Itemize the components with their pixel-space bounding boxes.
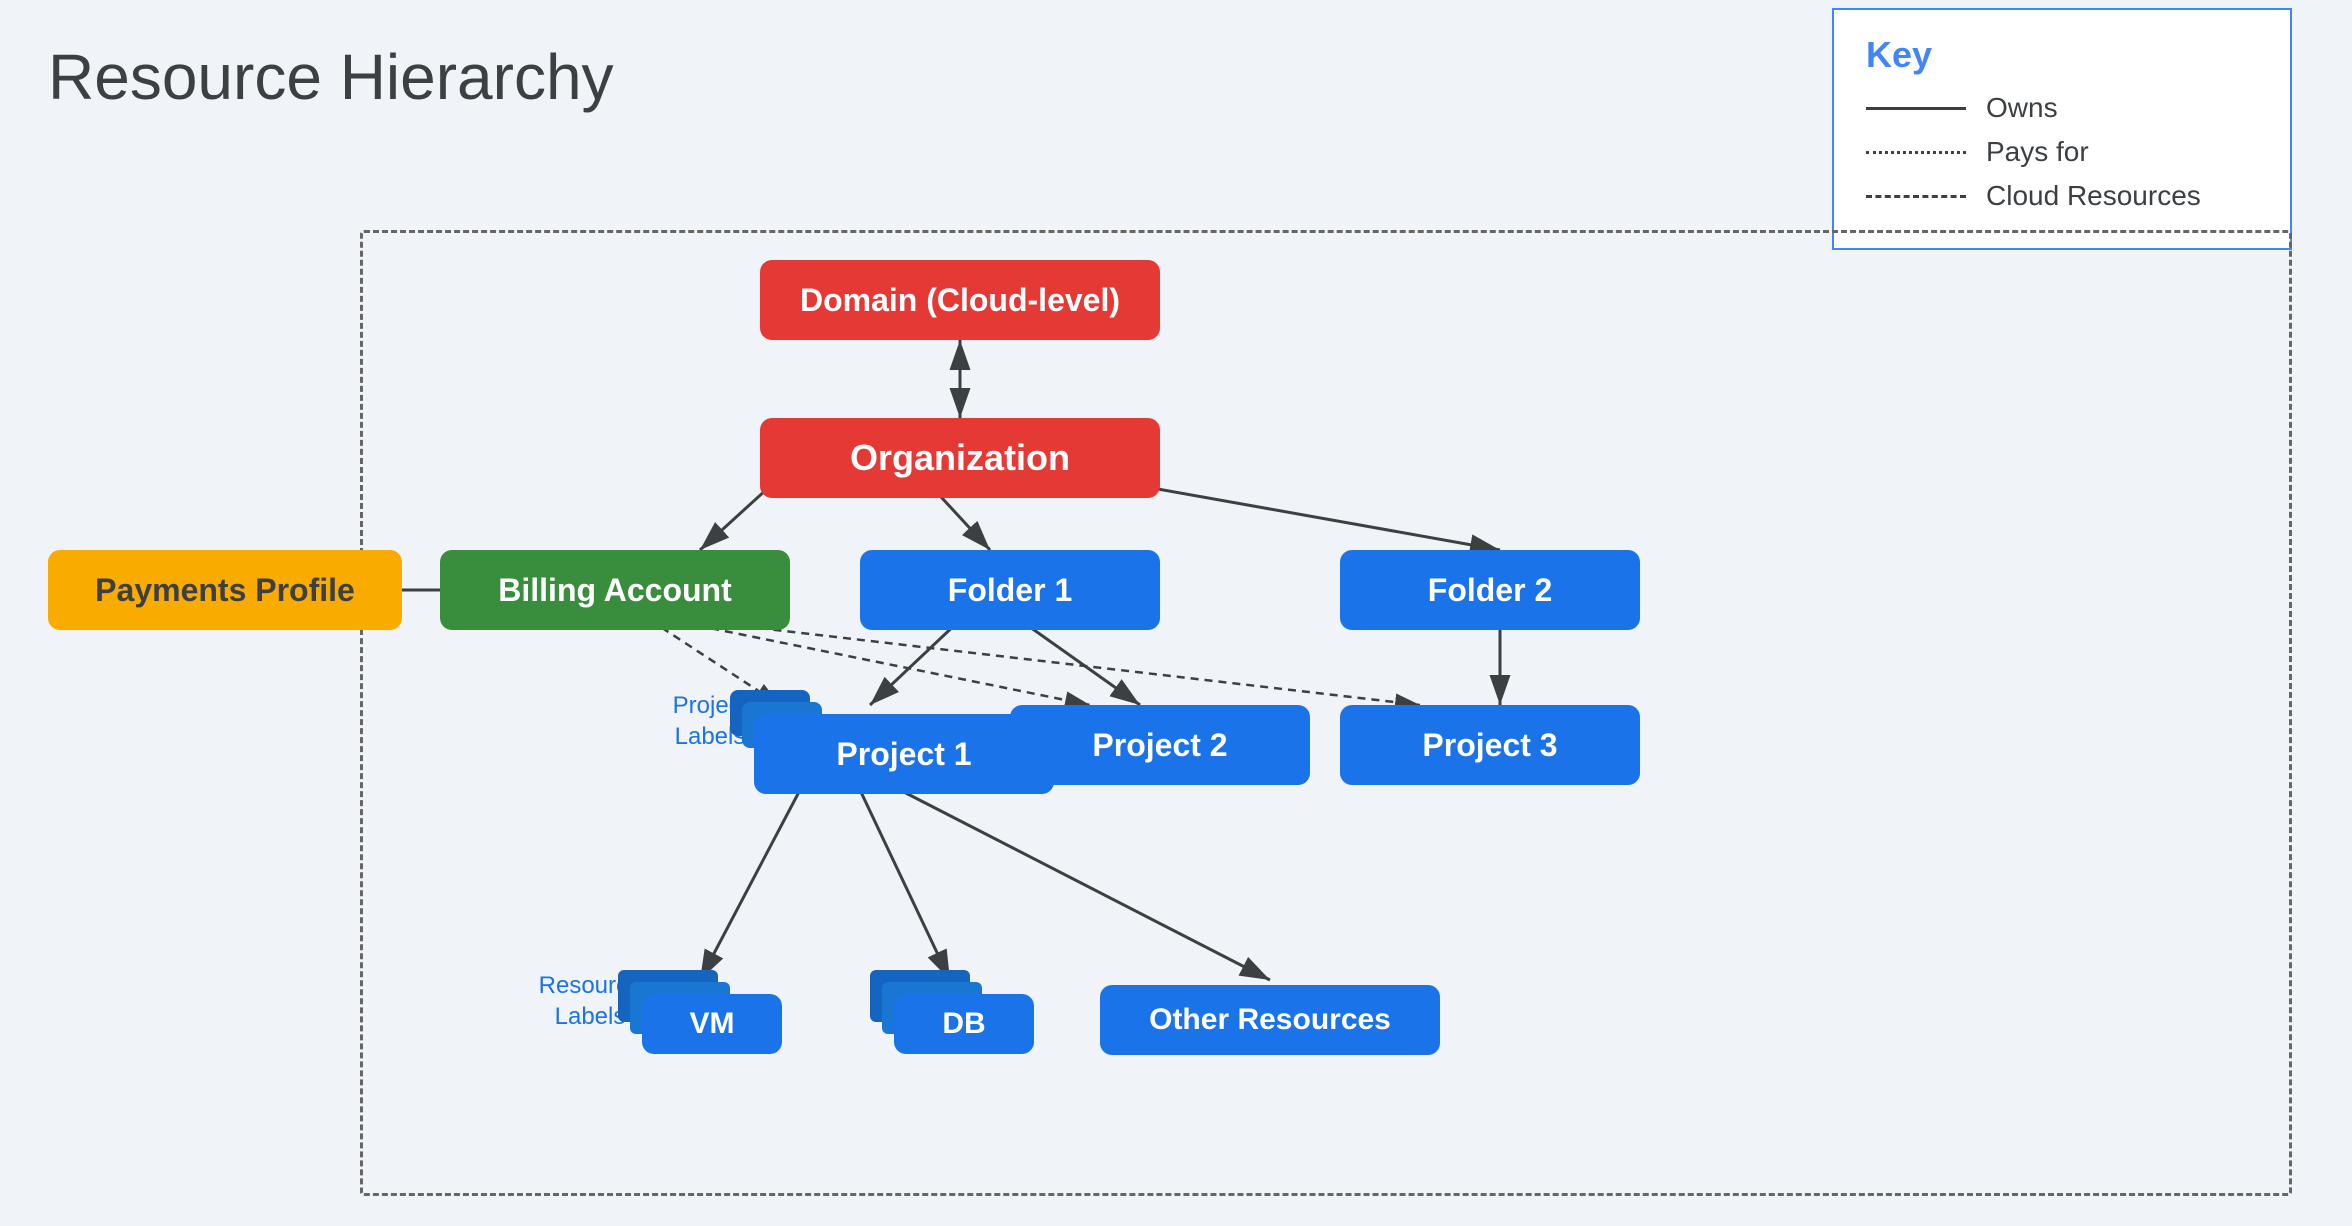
project1-node: Project 1	[754, 714, 1054, 794]
folder1-node: Folder 1	[860, 550, 1160, 630]
project2-node: Project 2	[1010, 705, 1310, 785]
page-title: Resource Hierarchy	[48, 40, 614, 114]
vm-node: VM	[642, 994, 782, 1054]
owns-line-icon	[1866, 107, 1966, 110]
folder2-node: Folder 2	[1340, 550, 1640, 630]
other-resources-node: Other Resources	[1100, 985, 1440, 1055]
organization-node: Organization	[760, 418, 1160, 498]
project3-node: Project 3	[1340, 705, 1640, 785]
billing-account-node: Billing Account	[440, 550, 790, 630]
key-item-owns: Owns	[1866, 92, 2258, 124]
owns-label: Owns	[1986, 92, 2058, 124]
diagram: Domain (Cloud-level) Organization Billin…	[0, 130, 2352, 1226]
payments-profile-node: Payments Profile	[48, 550, 402, 630]
db-node: DB	[894, 994, 1034, 1054]
domain-node: Domain (Cloud-level)	[760, 260, 1160, 340]
key-title: Key	[1866, 34, 2258, 76]
